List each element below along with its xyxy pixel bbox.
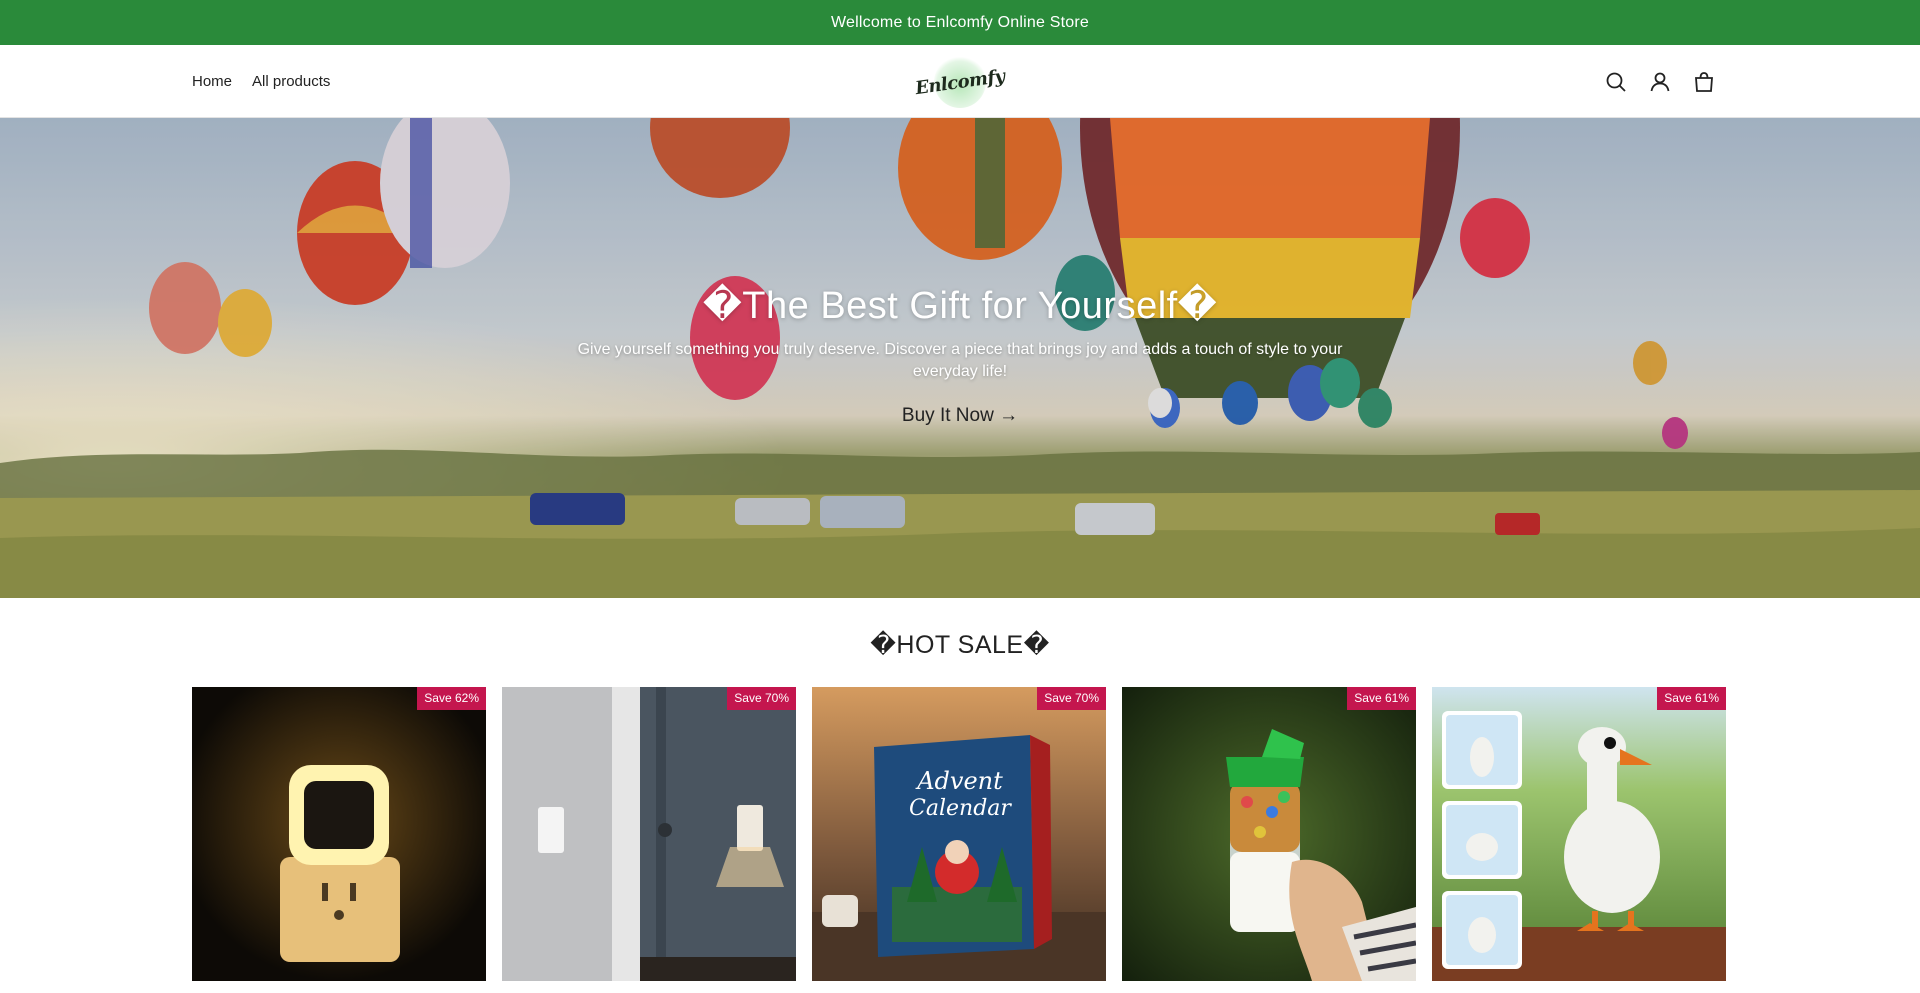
discount-badge: Save 61% [1347, 687, 1416, 710]
nav-home-link[interactable]: Home [192, 73, 232, 90]
discount-badge: Save 61% [1657, 687, 1726, 710]
advent-calendar-product-image: Advent Calendar [812, 687, 1106, 981]
hot-sale-product-grid: Save 62% Save 70% Save 70% Advent Calend… [192, 687, 1728, 981]
product-card-1[interactable]: Save 62% [192, 687, 486, 981]
announcement-text: Wellcome to Enlcomfy Online Store [831, 13, 1089, 31]
night-light-product-image [192, 687, 486, 981]
buy-it-now-label: Buy It Now → [901, 405, 1019, 426]
hot-sale-heading: �HOT SALE� [870, 631, 1050, 659]
announcement-bar: Wellcome to Enlcomfy Online Store [0, 0, 1920, 45]
discount-badge: Save 70% [1037, 687, 1106, 710]
cereal-cup-product-image [1122, 687, 1416, 981]
hero-banner: �The Best Gift for Yourself� Give yourse… [0, 118, 1920, 598]
search-icon[interactable] [1604, 70, 1628, 94]
main-nav: Home All products [192, 45, 330, 118]
hero-title: �The Best Gift for Yourself� [702, 285, 1218, 327]
wall-outlet-light-product-image [502, 687, 796, 981]
account-icon[interactable] [1648, 70, 1672, 94]
hero-subtitle: Give yourself something you truly deserv… [577, 341, 1343, 380]
buy-it-now-button[interactable]: Buy It Now → [0, 405, 1920, 427]
nav-all-products-link[interactable]: All products [252, 73, 330, 90]
product-card-4[interactable]: Save 61% [1122, 687, 1416, 981]
svg-text:Calendar: Calendar [909, 796, 1012, 821]
header-icons [1604, 45, 1716, 118]
site-header: Home All products Enlcomfy [0, 45, 1920, 118]
discount-badge: Save 62% [417, 687, 486, 710]
duck-statue-product-image [1432, 687, 1726, 981]
cart-icon[interactable] [1692, 70, 1716, 94]
product-card-3[interactable]: Save 70% Advent Calendar [812, 687, 1106, 981]
store-logo[interactable]: Enlcomfy [914, 53, 1006, 111]
product-card-2[interactable]: Save 70% [502, 687, 796, 981]
discount-badge: Save 70% [727, 687, 796, 710]
product-card-5[interactable]: Save 61% [1432, 687, 1726, 981]
svg-text:Advent: Advent [915, 767, 1003, 795]
